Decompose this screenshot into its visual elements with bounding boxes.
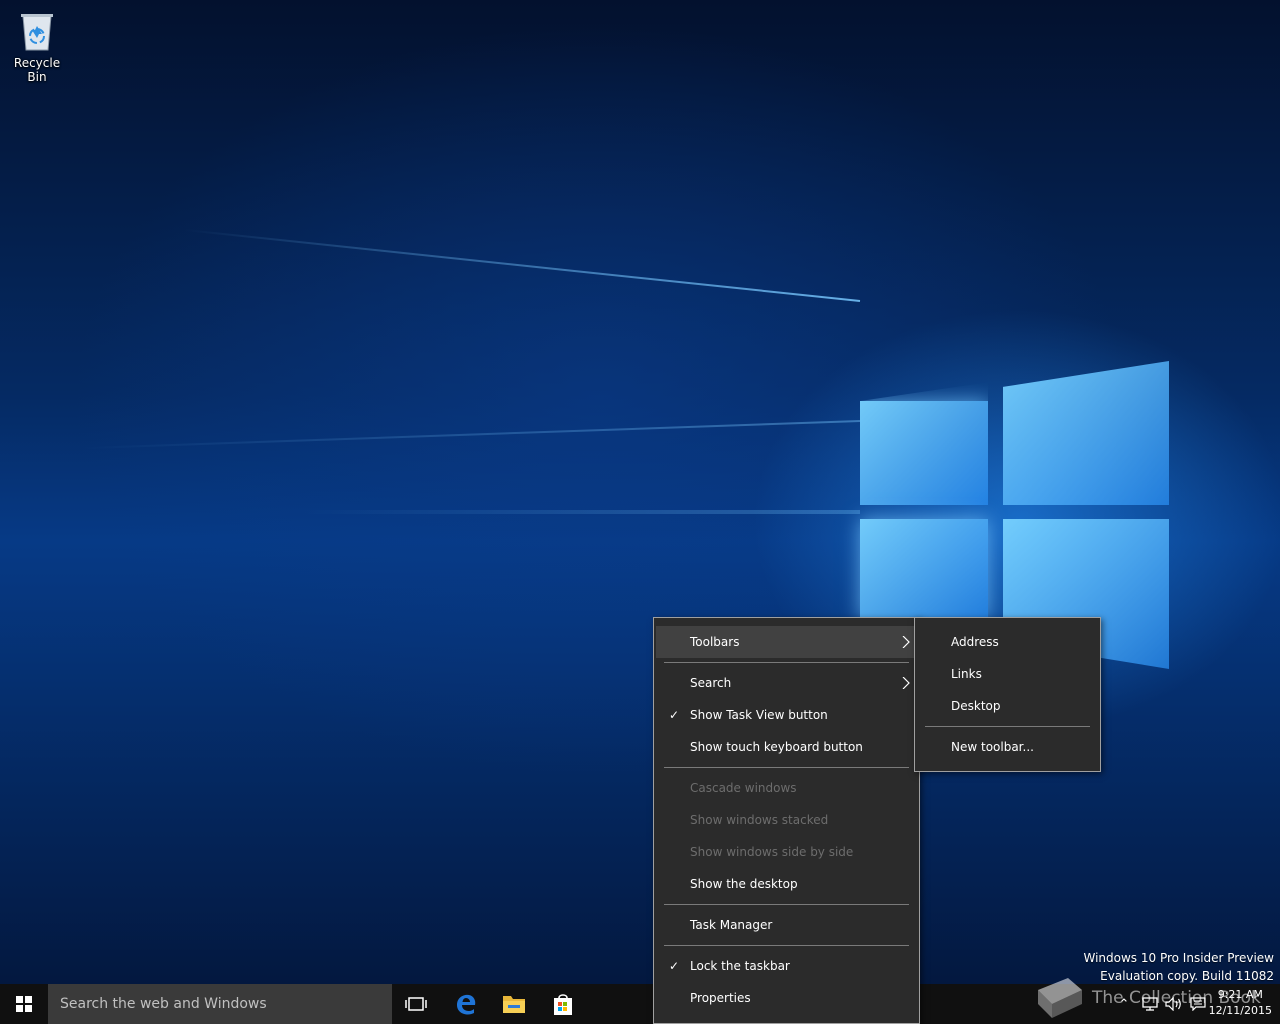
menu-item-search[interactable]: Search xyxy=(656,667,917,699)
menu-item-show-windows-stacked: Show windows stacked xyxy=(656,804,917,836)
logo-pane xyxy=(1003,361,1169,505)
store-button[interactable] xyxy=(539,984,587,1024)
menu-separator xyxy=(664,767,909,768)
menu-separator xyxy=(664,945,909,946)
menu-item-show-touch-keyboard-button[interactable]: Show touch keyboard button xyxy=(656,731,917,763)
menu-item-task-manager[interactable]: Task Manager xyxy=(656,909,917,941)
menu-item-cascade-windows: Cascade windows xyxy=(656,772,917,804)
menu-item-label: Show touch keyboard button xyxy=(690,740,863,754)
search-input[interactable] xyxy=(48,984,392,1024)
watermark-brand: The Collection Book xyxy=(1092,988,1261,1008)
light-beam xyxy=(300,510,860,514)
recycle-bin-desktop-icon[interactable]: Recycle Bin xyxy=(4,6,70,84)
file-explorer-button[interactable] xyxy=(490,984,538,1024)
submenu-item-links[interactable]: Links xyxy=(917,658,1098,690)
menu-item-label: Desktop xyxy=(951,699,1001,713)
menu-item-label: Search xyxy=(690,676,732,690)
task-view-button[interactable] xyxy=(392,984,440,1024)
watermark-line-1: Windows 10 Pro Insider Preview xyxy=(1083,951,1274,965)
submenu-item-new-toolbar[interactable]: New toolbar... xyxy=(917,731,1098,763)
menu-separator xyxy=(664,904,909,905)
logo-pane xyxy=(860,519,988,619)
menu-separator xyxy=(925,726,1090,727)
file-explorer-icon xyxy=(503,996,525,1013)
menu-item-lock-the-taskbar[interactable]: ✓ Lock the taskbar xyxy=(656,950,917,982)
menu-item-label: Show the desktop xyxy=(690,877,798,891)
checkmark-icon: ✓ xyxy=(668,959,680,973)
menu-item-toolbars[interactable]: Toolbars xyxy=(656,626,917,658)
menu-item-label: Show windows side by side xyxy=(690,845,854,859)
menu-item-label: Address xyxy=(951,635,999,649)
task-view-icon xyxy=(405,997,427,1011)
submenu-item-address[interactable]: Address xyxy=(917,626,1098,658)
menu-item-show-task-view-button[interactable]: ✓ Show Task View button xyxy=(656,699,917,731)
chevron-right-icon xyxy=(902,636,910,648)
recycle-bin-icon xyxy=(21,14,53,51)
menu-item-label: New toolbar... xyxy=(951,740,1034,754)
light-beam xyxy=(183,228,861,302)
menu-item-show-windows-side-by-side: Show windows side by side xyxy=(656,836,917,868)
menu-item-label: Show windows stacked xyxy=(690,813,829,827)
submenu-item-desktop[interactable]: Desktop xyxy=(917,690,1098,722)
store-icon xyxy=(554,994,572,1015)
menu-item-label: Cascade windows xyxy=(690,781,797,795)
menu-item-properties[interactable]: Properties xyxy=(656,982,917,1014)
menu-item-label: Links xyxy=(951,667,982,681)
taskbar-search-box[interactable] xyxy=(48,984,392,1024)
menu-item-show-the-desktop[interactable]: Show the desktop xyxy=(656,868,917,900)
chevron-right-icon xyxy=(902,677,910,689)
desktop-background[interactable]: Recycle Bin Windows 10 Pro Insider Previ… xyxy=(0,0,1280,984)
start-icon xyxy=(16,996,32,1012)
start-button[interactable] xyxy=(0,984,48,1024)
edge-icon xyxy=(457,994,476,1015)
checkmark-icon: ✓ xyxy=(668,708,680,722)
book-logo-icon xyxy=(1038,978,1082,1018)
evaluation-watermark: Windows 10 Pro Insider Preview Evaluatio… xyxy=(1083,949,1274,984)
menu-item-label: Task Manager xyxy=(690,918,773,932)
menu-separator xyxy=(664,662,909,663)
light-beam xyxy=(80,420,861,450)
logo-pane xyxy=(860,401,988,505)
toolbars-submenu: Address Links Desktop New toolbar... xyxy=(914,617,1101,772)
menu-item-label: Lock the taskbar xyxy=(690,959,790,973)
menu-item-label: Toolbars xyxy=(690,635,740,649)
recycle-bin-label: Recycle Bin xyxy=(13,56,61,84)
watermark-line-2: Evaluation copy. Build 11082 xyxy=(1100,969,1274,983)
edge-button[interactable] xyxy=(442,984,490,1024)
menu-item-label: Show Task View button xyxy=(690,708,828,722)
menu-item-label: Properties xyxy=(690,991,751,1005)
taskbar-context-menu: Toolbars Search ✓ Show Task View button … xyxy=(653,617,920,1024)
